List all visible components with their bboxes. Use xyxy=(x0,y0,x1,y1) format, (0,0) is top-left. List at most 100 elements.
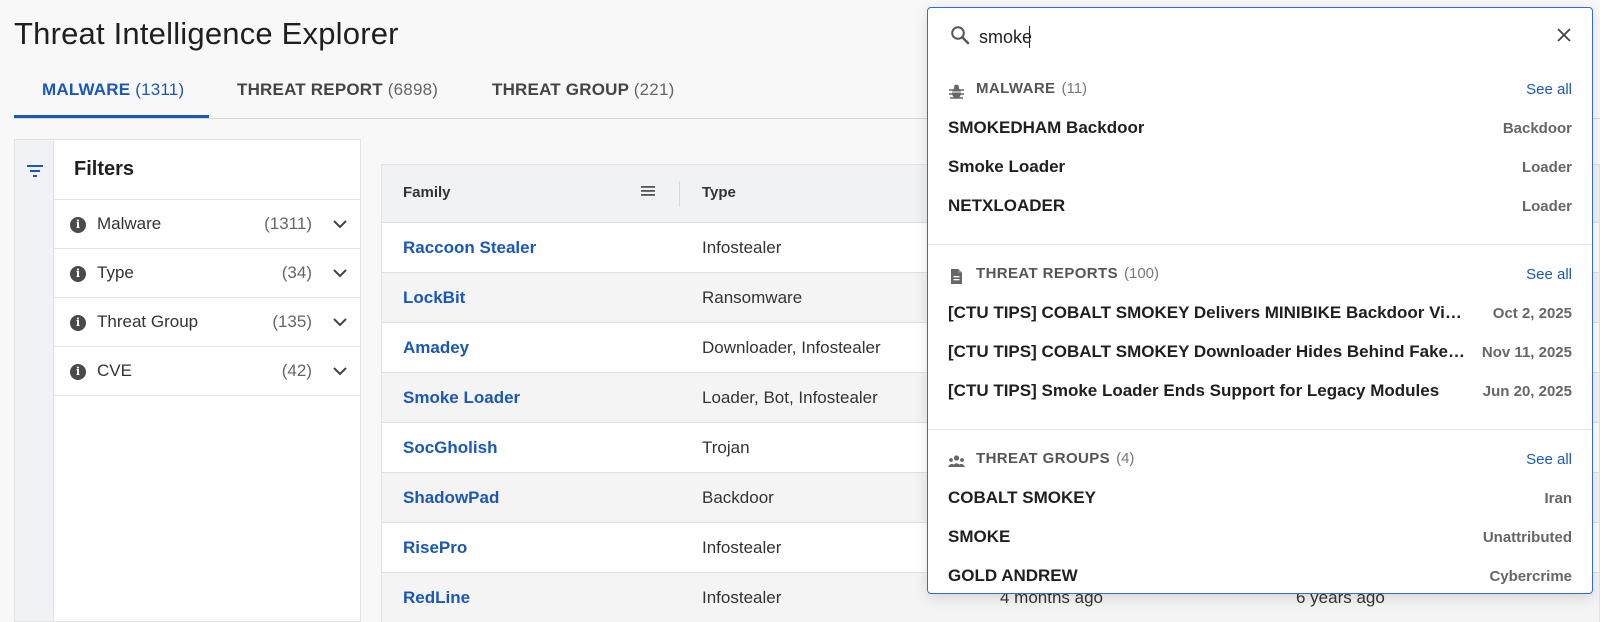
search-icon xyxy=(951,26,970,45)
filter-count: (34) xyxy=(281,263,312,282)
family-link[interactable]: Amadey xyxy=(403,338,469,358)
type-cell: Trojan xyxy=(702,438,750,457)
column-header-family[interactable]: Family xyxy=(403,184,451,201)
section-title: MALWARE xyxy=(976,80,1056,97)
result-type: Backdoor xyxy=(1502,120,1572,137)
result-name: [CTU TIPS] Smoke Loader Ends Support for… xyxy=(948,381,1440,400)
family-link[interactable]: Raccoon Stealer xyxy=(403,238,536,258)
section-divider xyxy=(928,429,1592,430)
tab-threat-group-count: (221) xyxy=(633,80,675,99)
info-icon: i xyxy=(70,217,86,233)
filter-label: Malware xyxy=(97,214,162,233)
tab-threat-group[interactable]: THREAT GROUP (221) xyxy=(492,80,674,100)
info-icon: i xyxy=(70,266,86,282)
family-link[interactable]: ShadowPad xyxy=(403,488,499,508)
result-name: Smoke Loader xyxy=(948,157,1066,176)
search-result-item[interactable]: [CTU TIPS] Smoke Loader Ends Support for… xyxy=(928,375,1592,411)
result-date: Oct 2, 2025 xyxy=(1492,305,1572,322)
filter-label: CVE xyxy=(97,361,132,380)
tab-threat-group-label: THREAT GROUP xyxy=(492,80,629,99)
see-all-groups-link[interactable]: See all xyxy=(1526,451,1572,468)
search-result-item[interactable]: GOLD ANDREW Cybercrime xyxy=(928,560,1592,593)
chevron-down-icon[interactable] xyxy=(332,364,348,378)
result-date: Jun 20, 2025 xyxy=(1482,383,1572,400)
tab-malware-label: MALWARE xyxy=(42,80,131,99)
result-attribution: Unattributed xyxy=(1482,529,1572,546)
filter-count: (1311) xyxy=(264,214,312,233)
filters-panel: Filters i Malware (1311) i Type (34) i T… xyxy=(54,139,361,622)
filter-icon[interactable] xyxy=(27,164,43,178)
search-result-item[interactable]: [CTU TIPS] COBALT SMOKEY Delivers MINIBI… xyxy=(928,297,1592,333)
result-name: COBALT SMOKEY xyxy=(948,488,1096,507)
bug-icon xyxy=(949,84,964,99)
active-tab-indicator xyxy=(14,115,209,118)
family-link[interactable]: RisePro xyxy=(403,538,467,558)
type-cell: Ransomware xyxy=(702,288,803,307)
search-result-item[interactable]: COBALT SMOKEY Iran xyxy=(928,482,1592,518)
close-icon[interactable] xyxy=(1556,27,1572,43)
type-cell: Backdoor xyxy=(702,488,774,507)
filter-label: Threat Group xyxy=(97,312,199,331)
tab-malware-count: (1311) xyxy=(135,80,185,99)
info-icon: i xyxy=(70,364,86,380)
search-result-item[interactable]: SMOKEDHAM Backdoor Backdoor xyxy=(928,112,1592,148)
filter-count: (42) xyxy=(281,361,312,380)
section-divider xyxy=(928,244,1592,245)
type-cell: Infostealer xyxy=(702,538,782,557)
section-title: THREAT GROUPS xyxy=(976,450,1111,467)
type-cell: Infostealer xyxy=(702,238,782,257)
result-date: Nov 11, 2025 xyxy=(1481,344,1572,361)
filters-title: Filters xyxy=(74,158,135,180)
filter-rail[interactable] xyxy=(14,139,54,622)
tab-threat-report-count: (6898) xyxy=(387,80,439,99)
tab-threat-report[interactable]: THREAT REPORT (6898) xyxy=(237,80,438,100)
result-name: GOLD ANDREW xyxy=(948,566,1078,585)
column-separator[interactable] xyxy=(679,181,680,207)
result-name: [CTU TIPS] COBALT SMOKEY Downloader Hide… xyxy=(948,342,1468,361)
column-menu-icon[interactable] xyxy=(641,185,655,197)
chevron-down-icon[interactable] xyxy=(332,266,348,280)
search-result-item[interactable]: Smoke Loader Loader xyxy=(928,151,1592,187)
filter-malware[interactable]: i Malware (1311) xyxy=(54,200,360,249)
column-header-type[interactable]: Type xyxy=(702,184,736,201)
result-type: Loader xyxy=(1521,198,1572,215)
section-count: (100) xyxy=(1124,265,1160,282)
tab-threat-report-label: THREAT REPORT xyxy=(237,80,383,99)
group-icon xyxy=(948,455,965,467)
see-all-reports-link[interactable]: See all xyxy=(1526,266,1572,283)
info-icon: i xyxy=(70,315,86,331)
document-icon xyxy=(951,269,962,284)
result-type: Loader xyxy=(1521,159,1572,176)
tab-malware[interactable]: MALWARE (1311) xyxy=(42,80,184,100)
page-title: Threat Intelligence Explorer xyxy=(14,16,399,51)
result-name: SMOKE xyxy=(948,527,1011,546)
search-result-item[interactable]: [CTU TIPS] COBALT SMOKEY Downloader Hide… xyxy=(928,336,1592,372)
section-count: (4) xyxy=(1116,450,1135,467)
result-name: [CTU TIPS] COBALT SMOKEY Delivers MINIBI… xyxy=(948,303,1468,322)
result-name: NETXLOADER xyxy=(948,196,1066,215)
family-link[interactable]: Smoke Loader xyxy=(403,388,520,408)
family-link[interactable]: LockBit xyxy=(403,288,465,308)
filter-count: (135) xyxy=(272,312,312,331)
family-link[interactable]: SocGholish xyxy=(403,438,497,458)
family-link[interactable]: RedLine xyxy=(403,588,470,608)
section-title: THREAT REPORTS xyxy=(976,265,1118,282)
filter-threat-group[interactable]: i Threat Group (135) xyxy=(54,298,360,347)
search-dropdown: MALWARE (11) See all SMOKEDHAM Backdoor B… xyxy=(927,7,1593,594)
see-all-malware-link[interactable]: See all xyxy=(1526,81,1572,98)
type-cell: Loader, Bot, Infostealer xyxy=(702,388,878,407)
search-result-item[interactable]: NETXLOADER Loader xyxy=(928,190,1592,226)
result-attribution: Iran xyxy=(1544,490,1572,507)
chevron-down-icon[interactable] xyxy=(332,315,348,329)
type-cell: Downloader, Infostealer xyxy=(702,338,881,357)
search-input[interactable] xyxy=(979,24,1519,50)
filter-type[interactable]: i Type (34) xyxy=(54,249,360,298)
filter-cve[interactable]: i CVE (42) xyxy=(54,347,360,396)
type-cell: Infostealer xyxy=(702,588,782,607)
result-name: SMOKEDHAM Backdoor xyxy=(948,118,1145,137)
chevron-down-icon[interactable] xyxy=(332,217,348,231)
search-result-item[interactable]: SMOKE Unattributed xyxy=(928,521,1592,557)
filter-label: Type xyxy=(97,263,134,282)
text-cursor xyxy=(1029,26,1030,48)
section-count: (11) xyxy=(1061,80,1088,97)
